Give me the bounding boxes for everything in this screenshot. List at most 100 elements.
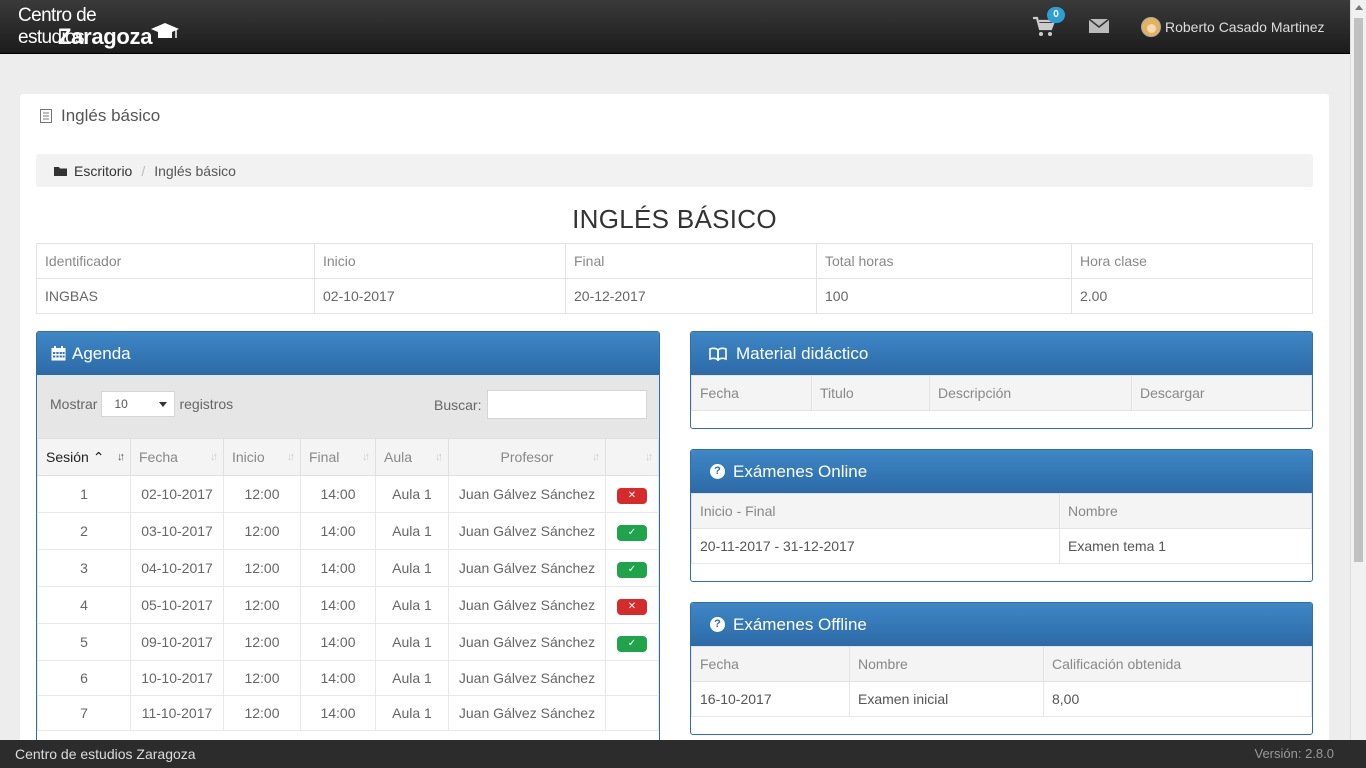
cell-status: ✓ [605, 549, 659, 587]
page-scrollbar[interactable] [1350, 0, 1366, 740]
material-col-descargar: Descargar [1131, 375, 1312, 411]
column-header-profesor[interactable]: Profesor ↓↑ [448, 438, 606, 476]
material-header-row: Fecha Titulo Descripción Descargar [691, 375, 1312, 411]
book-icon [709, 347, 727, 361]
logo[interactable]: Centro de estudios Zaragoza [16, 3, 179, 49]
info-header-total-horas: Total horas [816, 243, 1072, 279]
sort-icon: ↓↑ [592, 451, 600, 463]
question-icon: ? [710, 617, 725, 632]
online-cell-name[interactable]: Examen tema 1 [1059, 528, 1312, 564]
column-header-final[interactable]: Final ↓↑ [300, 438, 376, 476]
cell-aula: Aula 1 [375, 695, 449, 731]
column-label: Inicio [232, 449, 265, 465]
info-header-hora-clase: Hora clase [1071, 243, 1313, 279]
cell-fecha: 02-10-2017 [130, 475, 224, 513]
avatar [1141, 17, 1161, 37]
cell-fecha: 04-10-2017 [130, 549, 224, 587]
cell-inicio: 12:00 [223, 623, 301, 661]
course-info-header-row: Identificador Inicio Final Total horas H… [36, 243, 1313, 279]
cell-fecha: 11-10-2017 [130, 695, 224, 731]
table-row: 3 04-10-2017 12:00 14:00 Aula 1 Juan Gálvez S… [37, 549, 659, 587]
search-input[interactable] [487, 390, 648, 419]
material-table: Fecha Titulo Descripción Descargar [691, 375, 1312, 411]
present-check-icon: ✓ [617, 524, 647, 541]
cell-profesor: Juan Gálvez Sánchez [448, 475, 606, 513]
cell-sesion: 6 [37, 660, 131, 696]
column-header-aula[interactable]: Aula ↓↑ [375, 438, 449, 476]
offline-exams-table: Fecha Nombre Calificación obtenida 16-10… [691, 646, 1312, 717]
online-header-row: Inicio - Final Nombre [691, 493, 1312, 529]
page-size-control: Mostrar 10 registros [50, 391, 233, 417]
cell-profesor: Juan Gálvez Sánchez [448, 512, 606, 550]
breadcrumb: Escritorio / Inglés básico [36, 154, 1313, 187]
cell-fecha: 09-10-2017 [130, 623, 224, 661]
cell-sesion: 1 [37, 475, 131, 513]
sort-icon: ↓↑ [287, 451, 295, 463]
cell-inicio: 12:00 [223, 586, 301, 624]
scroll-thumb[interactable] [1354, 18, 1363, 562]
info-value-hora-clase: 2.00 [1071, 278, 1313, 314]
table-row: 4 05-10-2017 12:00 14:00 Aula 1 Juan Gálvez S… [37, 586, 659, 624]
table-row: 2 03-10-2017 12:00 14:00 Aula 1 Juan Gálvez S… [37, 512, 659, 550]
info-value-inicio: 02-10-2017 [314, 278, 566, 314]
cell-final: 14:00 [300, 695, 376, 731]
cell-aula: Aula 1 [375, 623, 449, 661]
column-header-fecha[interactable]: Fecha ↓↑ [130, 438, 224, 476]
logo-line2: Zaragoza [58, 24, 153, 49]
agenda-title: Agenda [72, 343, 131, 363]
column-header-sesion[interactable]: Sesión ⌃ ↓↑ [37, 438, 131, 476]
cell-final: 14:00 [300, 549, 376, 587]
cell-fecha: 10-10-2017 [130, 660, 224, 696]
cell-aula: Aula 1 [375, 586, 449, 624]
cell-sesion: 5 [37, 623, 131, 661]
column-header-inicio[interactable]: Inicio ↓↑ [223, 438, 301, 476]
page-title: Inglés básico [40, 106, 160, 126]
sort-icon: ↓↑ [362, 451, 370, 463]
cell-profesor: Juan Gálvez Sánchez [448, 549, 606, 587]
online-exams-box: ? Exámenes Online Inicio - Final Nombre … [690, 449, 1313, 582]
course-info-value-row: INGBAS 02-10-2017 20-12-2017 100 2.00 [36, 278, 1313, 314]
page-size-select[interactable]: 10 [101, 391, 176, 417]
breadcrumb-item-escritorio[interactable]: Escritorio [74, 163, 132, 179]
absent-x-icon: ✕ [617, 598, 647, 615]
cell-inicio: 12:00 [223, 475, 301, 513]
material-col-descripcion: Descripción [929, 375, 1132, 411]
present-check-icon: ✓ [617, 561, 647, 578]
offline-header-row: Fecha Nombre Calificación obtenida [691, 646, 1312, 682]
cell-status: ✕ [605, 586, 659, 624]
online-exams-title: Exámenes Online [733, 461, 868, 481]
user-menu[interactable]: Roberto Casado Martinez [1141, 16, 1325, 38]
cell-fecha: 05-10-2017 [130, 586, 224, 624]
cell-final: 14:00 [300, 475, 376, 513]
cell-aula: Aula 1 [375, 512, 449, 550]
offline-exams-header: ? Exámenes Offline [691, 603, 1312, 646]
table-row[interactable]: 20-11-2017 - 31-12-2017 Examen tema 1 [691, 528, 1312, 564]
table-row: 7 11-10-2017 12:00 14:00 Aula 1 Juan Gálvez S… [37, 695, 659, 731]
course-title: INGLÉS BÁSICO [572, 204, 777, 234]
offline-col-fecha: Fecha [691, 646, 850, 682]
cell-inicio: 12:00 [223, 695, 301, 731]
cart-count-badge: 0 [1047, 7, 1065, 23]
show-label: Mostrar [50, 396, 98, 412]
cell-status: ✓ [605, 512, 659, 550]
online-exams-table: Inicio - Final Nombre 20-11-2017 - 31-12… [691, 493, 1312, 564]
column-label: Profesor [500, 449, 554, 465]
column-label: Sesión [46, 448, 89, 465]
cell-status: ✓ [605, 623, 659, 661]
material-box: Material didáctico Fecha Titulo Descripc… [690, 331, 1313, 429]
mail-icon[interactable] [1089, 19, 1109, 33]
column-header-estado[interactable]: ↓↑ [605, 438, 659, 476]
footer-brand: Centro de estudios Zaragoza [15, 746, 196, 762]
sort-icon: ↓↑ [645, 451, 653, 463]
table-row: 6 10-10-2017 12:00 14:00 Aula 1 Juan Gálvez S… [37, 660, 659, 696]
offline-cell-calificacion: 8,00 [1043, 681, 1312, 717]
page-title-text: Inglés básico [61, 106, 161, 125]
cell-final: 14:00 [300, 512, 376, 550]
agenda-header-row: Sesión ⌃ ↓↑ Fecha ↓↑ Inicio ↓↑ Final ↓↑ … [37, 438, 659, 476]
breadcrumb-separator: / [141, 162, 146, 179]
material-title: Material didáctico [736, 343, 869, 363]
offline-col-calificacion: Calificación obtenida [1043, 646, 1312, 682]
cell-profesor: Juan Gálvez Sánchez [448, 586, 606, 624]
material-header: Material didáctico [691, 332, 1312, 375]
scroll-up-icon[interactable] [1355, 5, 1363, 10]
